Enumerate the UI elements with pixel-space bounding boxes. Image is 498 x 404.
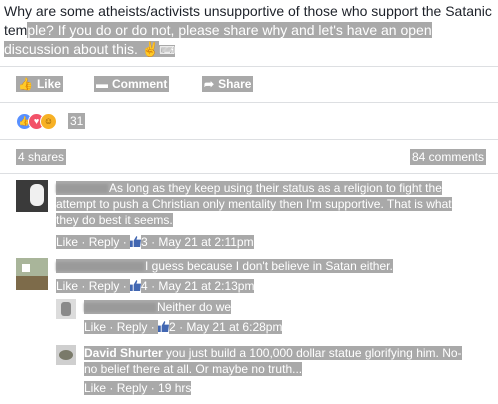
comment-timestamp[interactable]: 19 hrs: [158, 381, 191, 395]
like-count-icon: [130, 236, 142, 247]
avatar[interactable]: [16, 180, 48, 212]
comment-body: Neither do we: [84, 299, 474, 315]
thumbs-up-icon: 👍: [18, 77, 33, 91]
comments-count-link[interactable]: 84 comments: [409, 149, 486, 165]
comment: I guess because I don't believe in Satan…: [16, 258, 486, 298]
avatar[interactable]: [56, 345, 76, 365]
comment-like-count[interactable]: 4: [141, 279, 148, 293]
comment-like-count[interactable]: 2: [169, 320, 176, 334]
comment-meta: Like · Reply · 4 · May 21 at 2:13pm: [56, 279, 255, 293]
avatar-figure: [30, 184, 44, 206]
comment-like-count[interactable]: 3: [141, 235, 148, 249]
share-button[interactable]: ➦ Share: [202, 76, 254, 92]
share-arrow-icon: ➦: [204, 77, 215, 91]
comment-body: As long as they keep using their status …: [56, 180, 476, 228]
avatar-ground: [16, 276, 48, 290]
comment-author-name[interactable]: David Shurter: [84, 346, 163, 360]
avatar[interactable]: [16, 258, 48, 290]
like-count-icon: [130, 280, 142, 291]
keyboard-icon: ⌨: [159, 45, 176, 57]
avatar-sky-patch: [22, 264, 30, 272]
reply: Neither do we Like · Reply · 2 · May 21 …: [56, 299, 486, 339]
divider: [0, 139, 498, 140]
comment-reply-link[interactable]: Reply: [89, 235, 120, 249]
comment-timestamp[interactable]: May 21 at 2:11pm: [158, 235, 253, 249]
comment-body: I guess because I don't believe in Satan…: [56, 258, 476, 274]
reactions-count: 31: [68, 113, 86, 129]
comment-body: David Shurter you just build a 100,000 d…: [84, 345, 474, 377]
like-count-icon: [158, 321, 170, 332]
comment-like-link[interactable]: Like: [84, 320, 106, 334]
haha-reaction-icon: ☺: [40, 113, 57, 130]
share-label: Share: [218, 77, 252, 91]
comment-timestamp[interactable]: May 21 at 6:28pm: [186, 320, 282, 334]
redacted-author-name[interactable]: [84, 303, 156, 313]
comment-timestamp[interactable]: May 21 at 2:13pm: [158, 279, 254, 293]
comment-like-link[interactable]: Like: [84, 381, 106, 395]
comment-meta: Like · Reply · 2 · May 21 at 6:28pm: [84, 320, 283, 334]
comment-button[interactable]: ▬ Comment: [94, 76, 170, 92]
divider: [0, 173, 498, 174]
comment-label: Comment: [112, 77, 168, 91]
divider: [0, 102, 498, 103]
divider: [0, 66, 498, 67]
comment-like-link[interactable]: Like: [56, 235, 78, 249]
speech-bubble-icon: ▬: [96, 77, 108, 91]
comment-reply-link[interactable]: Reply: [117, 320, 148, 334]
comment-text: I guess because I don't believe in Satan…: [145, 259, 393, 273]
avatar[interactable]: [56, 299, 76, 319]
redacted-author-name[interactable]: [56, 184, 108, 194]
shares-link[interactable]: 4 shares: [16, 149, 67, 165]
comment-text: As long as they keep using their status …: [56, 181, 452, 227]
reply: David Shurter you just build a 100,000 d…: [56, 345, 486, 403]
comment-text: Neither do we: [157, 300, 232, 314]
comment-reply-link[interactable]: Reply: [89, 279, 120, 293]
comment-meta: Like · Reply · 19 hrs: [84, 381, 192, 395]
comment: As long as they keep using their status …: [16, 180, 486, 250]
like-label: Like: [36, 77, 61, 91]
avatar-figure: [61, 302, 71, 316]
post-text: Why are some atheists/activists unsuppor…: [4, 2, 494, 61]
comment-reply-link[interactable]: Reply: [117, 381, 148, 395]
avatar-figure: [59, 350, 73, 360]
post-text-highlighted: ple? If you do or do not, please share w…: [4, 22, 432, 57]
comment-like-link[interactable]: Like: [56, 279, 78, 293]
like-button[interactable]: 👍 Like: [16, 76, 63, 92]
redacted-author-name[interactable]: [56, 262, 144, 272]
comment-meta: Like · Reply · 3 · May 21 at 2:11pm: [56, 235, 254, 249]
